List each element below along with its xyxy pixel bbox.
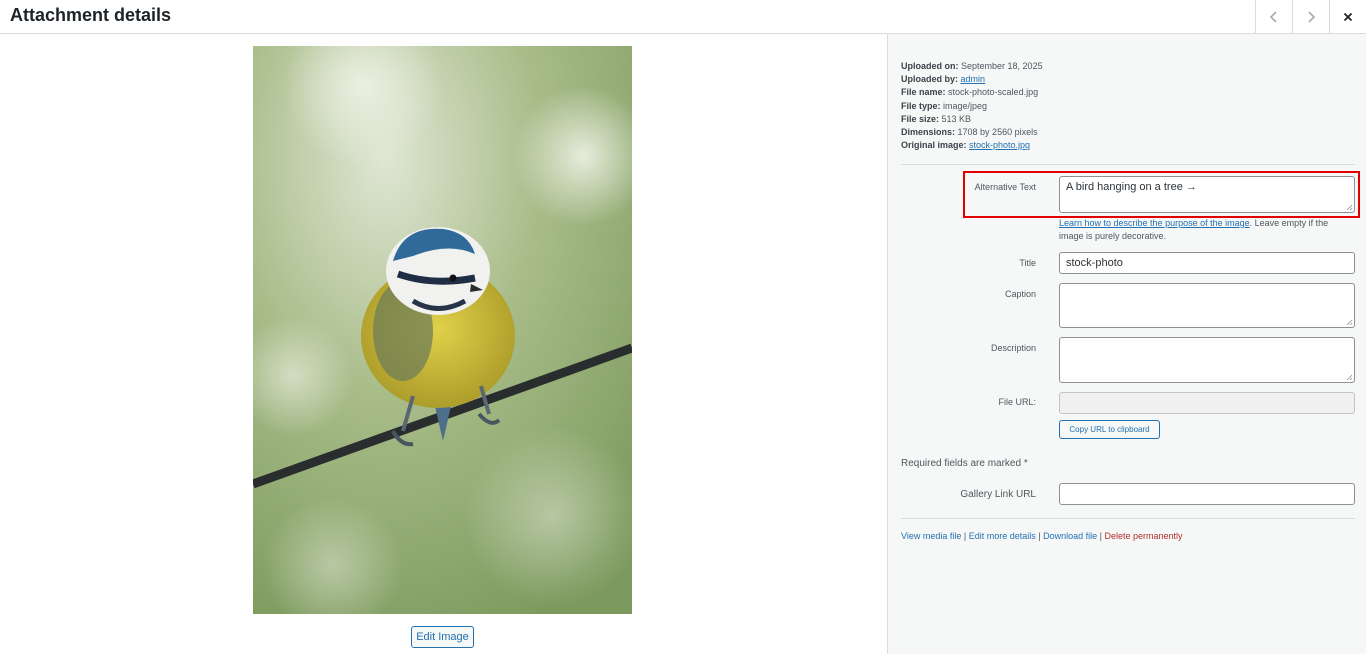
copy-url-button[interactable]: Copy URL to clipboard	[1059, 420, 1160, 439]
file-url-field[interactable]	[1059, 392, 1355, 414]
title-label: Title	[1019, 258, 1036, 268]
previous-button[interactable]	[1255, 0, 1292, 33]
title-field[interactable]: stock-photo	[1059, 252, 1355, 274]
close-icon	[1343, 12, 1353, 21]
delete-permanently-link[interactable]: Delete permanently	[1104, 531, 1182, 541]
title-value: stock-photo	[1066, 257, 1123, 269]
alt-text-help-link[interactable]: Learn how to describe the purpose of the…	[1059, 218, 1250, 228]
download-file-link[interactable]: Download file	[1043, 531, 1097, 541]
alt-text-label: Alternative Text	[974, 182, 1036, 192]
gallery-link-label: Gallery Link URL	[960, 489, 1036, 500]
attachment-info-sidebar: Uploaded on: September 18, 2025 Uploaded…	[887, 34, 1366, 654]
next-button[interactable]	[1292, 0, 1329, 33]
page-title: Attachment details	[10, 5, 172, 25]
alt-text-field[interactable]: A bird hanging on a tree →	[1059, 176, 1355, 213]
description-label: Description	[990, 343, 1036, 353]
resize-grip-icon	[1346, 374, 1353, 381]
uploaded-by-label: Uploaded by:	[901, 74, 959, 85]
file-name-value: stock-photo-scaled.jpg	[948, 87, 1039, 98]
alt-text-help: Learn how to describe the purpose of the…	[1059, 217, 1355, 243]
chevron-left-icon	[1269, 10, 1277, 23]
original-image-link[interactable]: stock-photo.jpg	[969, 140, 1030, 150]
edit-image-button[interactable]: Edit Image	[411, 626, 474, 648]
file-details: Uploaded on: September 18, 2025 Uploaded…	[901, 60, 1043, 152]
uploaded-by-link[interactable]: admin	[961, 74, 986, 84]
dimensions-label: Dimensions:	[901, 127, 956, 138]
file-url-label: File URL:	[998, 397, 1036, 407]
required-note: Required fields are marked *	[901, 458, 1028, 469]
attachment-image	[253, 46, 632, 614]
file-type-value: image/jpeg	[943, 100, 988, 111]
alt-text-value: A bird hanging on a tree →	[1066, 181, 1197, 193]
file-size-value: 513 KB	[941, 113, 972, 124]
uploaded-on-label: Uploaded on:	[901, 61, 959, 71]
chevron-right-icon	[1308, 10, 1316, 23]
view-media-link[interactable]: View media file	[901, 531, 961, 541]
file-type-label: File type:	[901, 100, 941, 111]
edit-details-link[interactable]: Edit more details	[969, 531, 1036, 541]
original-image-label: Original image:	[901, 140, 967, 151]
file-size-label: File size:	[901, 113, 940, 124]
uploaded-on-value: September 18, 2025	[961, 61, 1043, 71]
gallery-link-field[interactable]	[1059, 483, 1355, 505]
caption-label: Caption	[1004, 289, 1036, 299]
caption-field[interactable]	[1059, 283, 1355, 328]
image-preview-panel: Edit Image	[0, 34, 887, 654]
description-field[interactable]	[1059, 337, 1355, 383]
separator: |	[961, 531, 969, 541]
close-button[interactable]	[1329, 0, 1366, 33]
separator: |	[1035, 531, 1044, 541]
resize-grip-icon	[1346, 319, 1353, 326]
resize-grip-icon	[1346, 204, 1353, 211]
attachment-actions: View media file | Edit more details | Do…	[901, 531, 1183, 541]
dimensions-value: 1708 by 2560 pixels	[957, 127, 1038, 138]
file-name-label: File name:	[901, 87, 946, 98]
modal-header: Attachment details	[0, 0, 1366, 34]
divider	[901, 518, 1355, 519]
divider	[901, 164, 1355, 165]
